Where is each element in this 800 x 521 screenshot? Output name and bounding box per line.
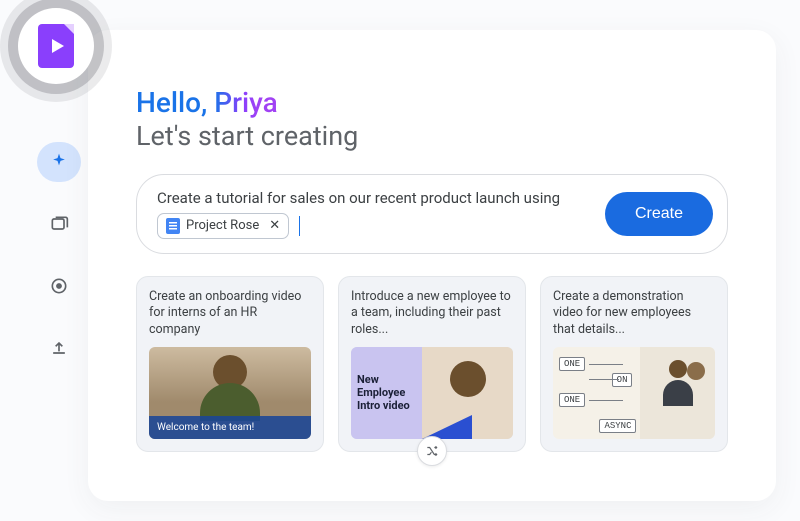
shuffle-button[interactable]: [417, 436, 447, 466]
diagram-node: ON: [612, 373, 633, 387]
thumbnail-caption: New Employee Intro video: [357, 374, 416, 412]
user-name: Priya: [214, 86, 278, 119]
doc-chip[interactable]: Project Rose ✕: [157, 213, 289, 239]
upload-icon: [49, 338, 69, 358]
diagram-node: ONE: [559, 393, 585, 407]
app-logo-icon: [38, 24, 74, 68]
suggestion-thumbnail: ONE ON ONE ASYNC: [553, 347, 715, 439]
diagram: ONE ON ONE ASYNC: [553, 347, 640, 439]
hello-text: Hello,: [136, 86, 214, 119]
prompt-text-area[interactable]: Create a tutorial for sales on our recen…: [157, 189, 591, 239]
suggestion-thumbnail: New Employee Intro video: [351, 347, 513, 439]
sidebar-item-gallery[interactable]: [37, 204, 81, 244]
sidebar-item-sparkle[interactable]: [37, 142, 81, 182]
suggestion-cards: Create an onboarding video for interns o…: [136, 276, 728, 453]
greeting: Hello, Priya Let's start creating: [136, 86, 728, 152]
doc-chip-label: Project Rose: [186, 218, 259, 233]
prompt-box[interactable]: Create a tutorial for sales on our recen…: [136, 174, 728, 254]
create-button[interactable]: Create: [605, 192, 713, 236]
doc-icon: [166, 218, 180, 234]
suggestion-title: Introduce a new employee to a team, incl…: [351, 289, 513, 340]
diagram-node: ASYNC: [599, 419, 636, 433]
suggestion-card[interactable]: Create a demonstration video for new emp…: [540, 276, 728, 453]
thumbnail-caption: Welcome to the team!: [149, 416, 311, 439]
play-icon: [52, 39, 64, 53]
diagram-node: ONE: [559, 357, 585, 371]
sidebar-item-upload[interactable]: [37, 328, 81, 368]
gallery-icon: [49, 214, 69, 234]
record-icon: [49, 276, 69, 296]
sidebar-item-record[interactable]: [37, 266, 81, 306]
suggestion-title: Create an onboarding video for interns o…: [149, 289, 311, 340]
suggestion-card[interactable]: Introduce a new employee to a team, incl…: [338, 276, 526, 453]
greeting-title: Hello, Priya: [136, 86, 728, 120]
suggestion-title: Create a demonstration video for new emp…: [553, 289, 715, 340]
greeting-subtitle: Let's start creating: [136, 120, 728, 152]
prompt-input[interactable]: Create a tutorial for sales on our recen…: [157, 189, 591, 207]
suggestion-card[interactable]: Create an onboarding video for interns o…: [136, 276, 324, 453]
chip-row: Project Rose ✕: [157, 213, 591, 239]
shuffle-icon: [425, 444, 439, 458]
sidebar: [30, 30, 88, 501]
sparkle-icon: [49, 152, 69, 172]
main-panel: Hello, Priya Let's start creating Create…: [88, 30, 776, 501]
suggestion-thumbnail: Welcome to the team!: [149, 347, 311, 439]
chip-close-icon[interactable]: ✕: [269, 218, 280, 233]
app-logo: [18, 8, 94, 84]
text-cursor: [299, 216, 300, 236]
